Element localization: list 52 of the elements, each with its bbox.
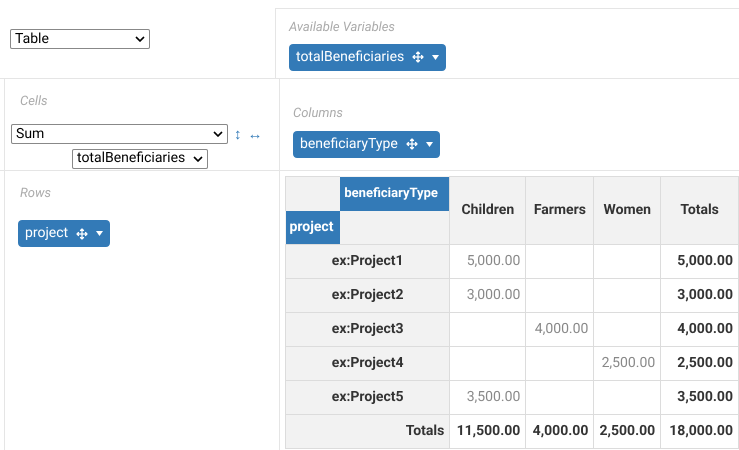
row-attribute-header: project: [286, 210, 340, 244]
dropdown-select[interactable]: totalBeneficiaries: [72, 148, 208, 168]
caret-icon: [426, 142, 433, 146]
caret-icon: [432, 54, 440, 60]
row-total-cell: 2,500.00: [660, 346, 738, 380]
table-cell: 5,000.00: [450, 244, 526, 278]
table-cell: [594, 244, 661, 278]
row-header: ex:Project4: [286, 346, 450, 380]
section-label: Rows: [20, 186, 51, 201]
variable-chip[interactable]: totalBeneficiaries: [289, 44, 446, 70]
caret-icon: [96, 231, 104, 236]
column-order-toggle[interactable]: ↔: [248, 123, 262, 146]
move-icon: [406, 138, 418, 150]
section-label: Cells: [20, 94, 48, 109]
dropdown-select[interactable]: Sum: [11, 124, 228, 144]
table-cell: [594, 312, 661, 346]
variable-chip[interactable]: beneficiaryType: [293, 130, 440, 158]
chevron-icon: [193, 156, 203, 162]
table-cell: 3,500.00: [450, 380, 526, 414]
variable-chip[interactable]: project: [18, 220, 110, 247]
table-cell: 3,000.00: [450, 278, 526, 312]
table-cell: [526, 244, 594, 278]
table-cell: [594, 380, 661, 414]
section-label: Available Variables: [289, 19, 395, 37]
dropdown-select[interactable]: Table: [10, 29, 150, 49]
table-cell: [594, 278, 661, 312]
section-label: Columns: [293, 105, 343, 123]
column-total-cell: 11,500.00: [450, 414, 526, 448]
row-header: ex:Project1: [286, 244, 450, 278]
row-total-cell: 5,000.00: [660, 244, 738, 278]
row-total-cell: 3,500.00: [660, 380, 738, 414]
move-icon: [76, 228, 88, 240]
table-cell: 2,500.00: [594, 346, 661, 380]
row-header: ex:Project3: [286, 312, 450, 346]
row-order-toggle[interactable]: ↕: [234, 123, 242, 146]
row-total-cell: 4,000.00: [660, 312, 738, 346]
table-cell: [526, 346, 594, 380]
row-header: ex:Project2: [286, 278, 450, 312]
row-total-cell: 3,000.00: [660, 278, 738, 312]
column-total-cell: 2,500.00: [594, 414, 661, 448]
move-icon: [412, 51, 424, 63]
table-cell: [526, 278, 594, 312]
table-cell: [526, 380, 594, 414]
totals-label: Totals: [286, 414, 450, 448]
chevron-icon: [135, 36, 145, 42]
chevron-icon: [213, 131, 223, 138]
column-total-cell: 18,000.00: [660, 414, 738, 448]
column-header: Children: [450, 176, 526, 244]
table-cell: 4,000.00: [526, 312, 594, 346]
column-attribute-header: beneficiaryType: [340, 176, 450, 210]
row-header: ex:Project5: [286, 380, 450, 414]
column-total-cell: 4,000.00: [526, 414, 594, 448]
